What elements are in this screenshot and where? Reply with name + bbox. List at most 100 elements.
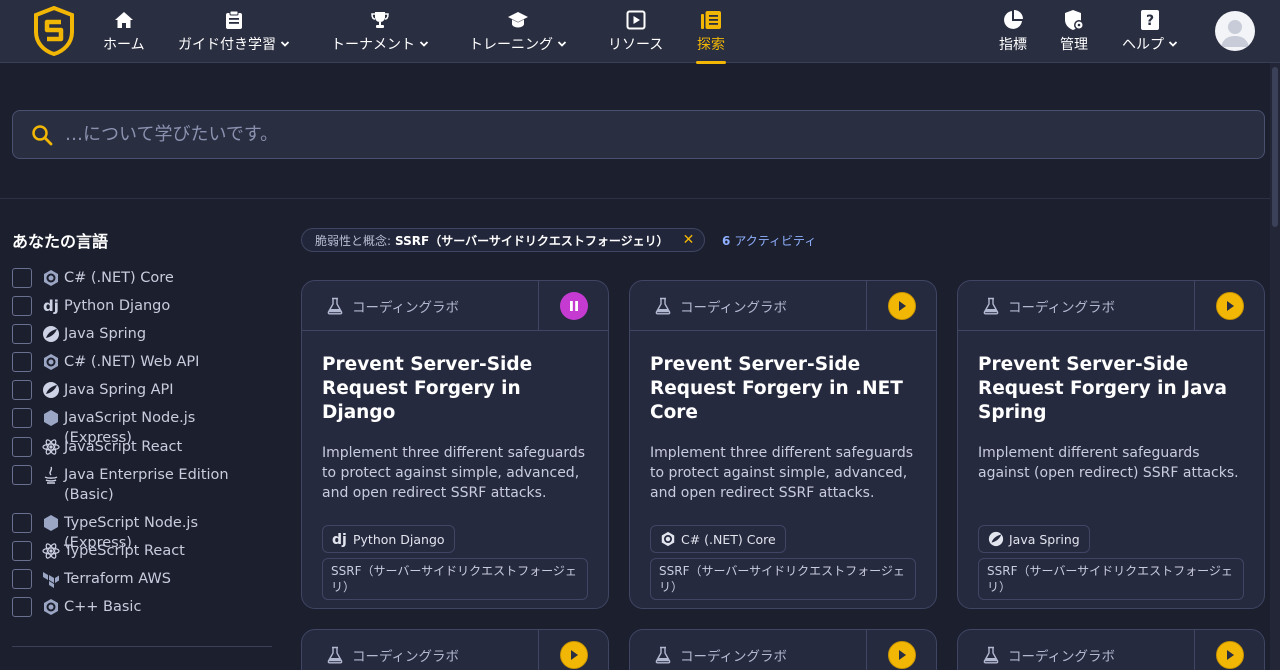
card-title[interactable]: Prevent Server-Side Request Forgery in .… [650, 353, 916, 425]
card-header: コーディングラボ [630, 281, 936, 331]
tech-label: Java Spring [1009, 531, 1080, 547]
search-bar[interactable] [12, 110, 1265, 159]
card-title[interactable]: Prevent Server-Side Request Forgery in D… [322, 353, 588, 425]
card-type: コーディングラボ [352, 299, 460, 316]
filter-value: SSRF（サーバーサイドリクエストフォージェリ） [395, 233, 669, 248]
checkbox[interactable] [12, 597, 32, 617]
terraform-icon [43, 572, 59, 588]
language-option[interactable]: Terraform AWS [12, 569, 264, 589]
language-option[interactable]: Java Spring [12, 324, 264, 344]
home-icon [114, 12, 133, 28]
flask-icon [327, 297, 343, 314]
checkbox[interactable] [12, 541, 32, 561]
checkbox[interactable] [12, 268, 32, 288]
card-description: Implement three different safeguards to … [650, 445, 914, 501]
nav-guided-learning-label: ガイド付き学習 [178, 37, 276, 53]
tech-label: Python Django [353, 531, 445, 547]
checkbox[interactable] [12, 465, 32, 485]
activity-count: 6 アクティビティ [722, 232, 816, 249]
search-input[interactable] [65, 124, 1165, 145]
svg-text:dj: dj [332, 532, 347, 547]
nav-admin[interactable]: 管理 [1060, 8, 1088, 56]
language-label: TypeScript React [64, 543, 185, 559]
search-icon [32, 124, 53, 145]
checkbox[interactable] [12, 352, 32, 372]
cpp-icon [44, 599, 58, 615]
close-icon[interactable]: ✕ [683, 232, 695, 248]
scrollbar[interactable] [1270, 63, 1280, 670]
nav-training[interactable]: トレーニング [469, 8, 567, 56]
play-icon [898, 300, 906, 311]
tech-tag: dj Python Django [322, 525, 455, 553]
card-description: Implement different safeguards against (… [978, 445, 1239, 481]
nav-tournaments-label: トーナメント [331, 37, 415, 53]
divider [0, 198, 1270, 199]
language-option[interactable]: C# (.NET) Web API [12, 352, 264, 372]
language-option[interactable]: Java Spring API [12, 380, 264, 400]
vulnerability-tag: SSRF（サーバーサイドリクエストフォージェリ） [978, 558, 1244, 600]
nav-resources[interactable]: リソース [608, 8, 663, 56]
languages-title: あなたの言語 [12, 232, 109, 251]
nav-help[interactable]: ? ヘルプ [1122, 8, 1178, 56]
user-icon [1221, 20, 1249, 47]
nodejs-icon [44, 515, 58, 531]
activity-card[interactable]: コーディングラボ [301, 629, 609, 670]
activity-card[interactable]: コーディングラボ Prevent Server-Side Request For… [629, 280, 937, 609]
language-label: C# (.NET) Core [64, 270, 174, 286]
language-label: Java Enterprise Edition (Basic) [64, 467, 229, 503]
activity-card[interactable]: コーディングラボ [957, 629, 1265, 670]
play-button[interactable] [1215, 291, 1244, 320]
checkbox[interactable] [12, 513, 32, 533]
nav-resources-label: リソース [608, 37, 664, 53]
activity-card[interactable]: コーディングラボ Prevent Server-Side Request For… [301, 280, 609, 609]
pie-chart-icon [1004, 10, 1023, 29]
card-title[interactable]: Prevent Server-Side Request Forgery in J… [978, 353, 1244, 425]
trophy-icon [371, 12, 389, 28]
django-icon: dj [332, 532, 347, 547]
language-option[interactable]: C++ Basic [12, 597, 264, 617]
shield-gear-icon [1065, 10, 1084, 30]
checkbox[interactable] [12, 569, 32, 589]
nav-home[interactable]: ホーム [103, 8, 145, 56]
active-filter-chip: 脆弱性と概念: SSRF（サーバーサイドリクエストフォージェリ） ✕ [301, 228, 706, 252]
play-button[interactable] [887, 291, 916, 320]
language-option[interactable]: JavaScript React [12, 437, 264, 457]
avatar[interactable] [1215, 11, 1255, 51]
language-option[interactable]: Java Enterprise Edition (Basic) [12, 465, 264, 505]
play-icon [1226, 649, 1234, 660]
chevron-down-icon [280, 41, 290, 47]
play-icon [1226, 300, 1234, 311]
language-label: C# (.NET) Web API [64, 354, 200, 370]
card-header: コーディングラボ [958, 630, 1264, 670]
spring-icon [43, 326, 59, 342]
language-option[interactable]: dj Python Django [12, 296, 264, 316]
language-label: Java Spring API [64, 382, 174, 398]
nav-tournaments[interactable]: トーナメント [331, 8, 429, 56]
nav-explore-label: 探索 [697, 37, 725, 53]
language-option[interactable]: TypeScript React [12, 541, 264, 561]
scrollbar-thumb[interactable] [1272, 67, 1278, 227]
logo-icon[interactable] [32, 6, 76, 56]
language-option[interactable]: C# (.NET) Core [12, 268, 264, 288]
checkbox[interactable] [12, 296, 32, 316]
card-type: コーディングラボ [680, 648, 788, 665]
activity-card[interactable]: コーディングラボ Prevent Server-Side Request For… [957, 280, 1265, 609]
checkbox[interactable] [12, 380, 32, 400]
flask-icon [655, 297, 671, 314]
flask-icon [327, 646, 343, 663]
activity-card[interactable]: コーディングラボ [629, 629, 937, 670]
nav-admin-label: 管理 [1060, 37, 1088, 53]
pause-button[interactable] [559, 291, 588, 320]
play-button[interactable] [887, 640, 916, 669]
play-button[interactable] [1215, 640, 1244, 669]
language-label: C++ Basic [64, 599, 142, 615]
checkbox[interactable] [12, 324, 32, 344]
card-type: コーディングラボ [1008, 299, 1116, 316]
nav-explore[interactable]: 探索 [696, 8, 726, 64]
checkbox[interactable] [12, 437, 32, 457]
nav-guided-learning[interactable]: ガイド付き学習 [178, 8, 290, 56]
play-button[interactable] [559, 640, 588, 669]
nav-metrics[interactable]: 指標 [999, 8, 1027, 56]
card-header: コーディングラボ [958, 281, 1264, 331]
checkbox[interactable] [12, 408, 32, 428]
